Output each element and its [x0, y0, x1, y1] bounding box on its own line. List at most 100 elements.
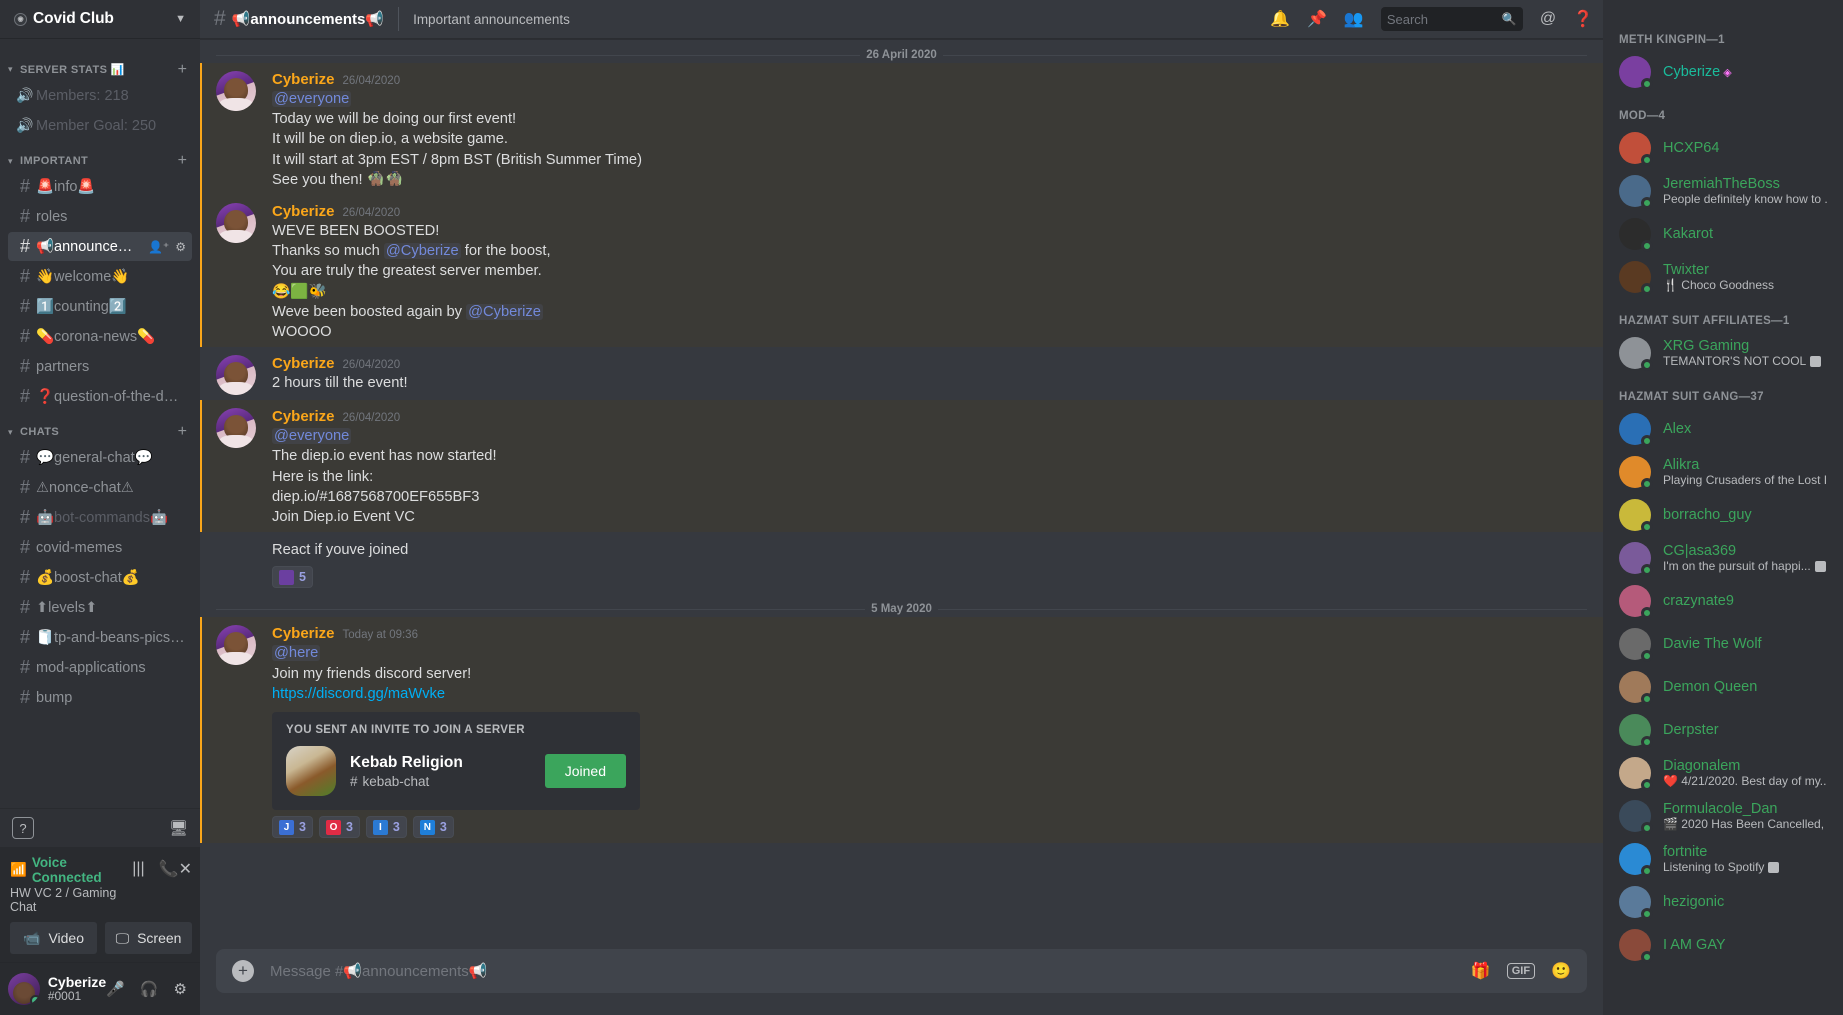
message-link[interactable]: https://discord.gg/maWvke — [272, 686, 445, 702]
avatar[interactable] — [216, 203, 256, 244]
add-channel-icon[interactable]: + — [178, 424, 192, 440]
gift-icon[interactable]: 🎁 — [1471, 961, 1491, 981]
message[interactable]: Cyberize 26/04/2020 @everyone The diep.io e… — [200, 400, 1603, 533]
reaction-button[interactable]: O3 — [318, 816, 360, 839]
member-alex[interactable]: Alex — [1611, 408, 1835, 450]
mention-tag[interactable]: @everyone — [272, 428, 352, 445]
avatar[interactable] — [216, 408, 256, 449]
joined-button[interactable]: Joined — [544, 754, 626, 789]
server-header[interactable]: ◉ Covid Club ▼ — [0, 0, 200, 39]
member-borracho-guy[interactable]: borracho_guy — [1611, 494, 1835, 536]
pin-icon[interactable]: 📌 — [1307, 9, 1327, 29]
message[interactable]: Cyberize Today at 09:36 @here Join my frien… — [200, 617, 1603, 844]
sidebar-channel-covid-memes[interactable]: # covid-memes — [8, 533, 192, 562]
avatar[interactable] — [216, 355, 256, 396]
message-author[interactable]: Cyberize — [272, 203, 335, 220]
message[interactable]: Cyberize 26/04/2020 @everyone Today we will… — [200, 63, 1603, 196]
sidebar-channel--info-[interactable]: # 🚨info🚨 — [8, 172, 192, 201]
gif-button[interactable]: GIF — [1506, 963, 1536, 979]
member-derpster[interactable]: Derpster — [1611, 709, 1835, 751]
message[interactable]: React if youve joined 5 — [200, 532, 1603, 593]
video-button[interactable]: 📹 Video — [10, 922, 97, 954]
message-author[interactable]: Cyberize — [272, 625, 335, 642]
ping-icon[interactable]: ||| — [132, 860, 144, 878]
disconnect-call-icon[interactable]: 📞✕ — [159, 859, 192, 879]
member-fortnite[interactable]: fortnite Listening to Spotify — [1611, 838, 1835, 880]
member-xrg-gaming[interactable]: XRG Gaming TEMANTOR'S NOT COOL — [1611, 332, 1835, 374]
member-demon-queen[interactable]: Demon Queen — [1611, 666, 1835, 708]
avatar[interactable] — [8, 973, 40, 1005]
member-cyberize[interactable]: Cyberize ◈ — [1611, 51, 1835, 93]
sidebar-channel--question-of-the-day-[interactable]: # ❓question-of-the-day❓ — [8, 382, 192, 411]
sidebar-channel-members-218[interactable]: 🔊 Members: 218 — [8, 81, 192, 110]
mention-tag[interactable]: @everyone — [272, 91, 352, 107]
sidebar-channel--bot-commands-[interactable]: # 🤖bot-commands🤖 — [8, 503, 192, 532]
member-crazynate9[interactable]: crazynate9 — [1611, 580, 1835, 622]
sidebar-channel--welcome-[interactable]: # 👋welcome👋 — [8, 262, 192, 291]
sidebar-channel--announcements-[interactable]: # 📢announcements... 👤⁺ ⚙ — [8, 232, 192, 261]
category-header-2[interactable]: ▾ CHATS + — [0, 412, 200, 442]
member-davie-the-wolf[interactable]: Davie The Wolf — [1611, 623, 1835, 665]
reaction-button[interactable]: J3 — [272, 816, 313, 839]
avatar[interactable] — [216, 71, 256, 111]
reaction-button[interactable]: N3 — [412, 816, 454, 839]
mention-tag[interactable]: @Cyberize — [466, 303, 543, 320]
member-cg-asa369[interactable]: CG|asa369 I'm on the pursuit of happi... — [1611, 537, 1835, 579]
member-jeremiahtheboss[interactable]: JeremiahTheBoss People definitely know ho… — [1611, 170, 1835, 212]
message-list[interactable]: 26 April 2020 Cyberize 26/04/2020 @everyone… — [200, 39, 1603, 949]
sidebar-channel--tp-and-beans-pics-[interactable]: # 🧻tp-and-beans-pics🧻 — [8, 623, 192, 652]
headphones-icon[interactable]: 🎧 — [140, 980, 159, 998]
sidebar-channel-1-counting2-[interactable]: #1️⃣counting2️⃣ — [8, 292, 192, 321]
reaction-button[interactable]: I3 — [365, 816, 407, 839]
sidebar-channel-bump[interactable]: # bump — [8, 683, 192, 712]
member-kakarot[interactable]: Kakarot — [1611, 213, 1835, 255]
reaction-button[interactable]: 5 — [272, 566, 313, 589]
gear-icon[interactable]: ⚙ — [174, 980, 187, 998]
members-icon[interactable]: 👥 — [1344, 9, 1364, 29]
message[interactable]: Cyberize 26/04/2020 2 hours till the event… — [200, 347, 1603, 400]
member-diagonalem[interactable]: Diagonalem ❤️ 4/21/2020. Best day of my..… — [1611, 752, 1835, 794]
emoji-icon[interactable]: 🙂 — [1551, 961, 1571, 981]
member-twixter[interactable]: Twixter 🍴 Choco Goodness — [1611, 256, 1835, 298]
message[interactable]: Cyberize 26/04/2020 WEVE BEEN BOOSTED! Than… — [200, 195, 1603, 348]
message-author[interactable]: Cyberize — [272, 71, 335, 88]
sidebar-channel--nonce-chat-[interactable]: # ⚠nonce-chat⚠ — [8, 473, 192, 502]
member-hcxp64[interactable]: HCXP64 — [1611, 127, 1835, 169]
category-header-1[interactable]: ▾ IMPORTANT + — [0, 141, 200, 171]
help-button[interactable]: ? — [12, 817, 34, 839]
member-formulacole-dan[interactable]: Formulacole_Dan 🎬 2020 Has Been Cancelled… — [1611, 795, 1835, 837]
message-author[interactable]: Cyberize — [272, 408, 335, 425]
sidebar-channel-roles[interactable]: # roles — [8, 202, 192, 231]
inbox-icon[interactable]: @ — [1540, 10, 1556, 28]
avatar[interactable] — [216, 625, 256, 666]
sidebar-channel--corona-news-[interactable]: # 💊corona-news💊 — [8, 322, 192, 351]
mention-tag[interactable]: @Cyberize — [383, 243, 461, 260]
category-header-0[interactable]: ▾ SERVER STATS 📊 + — [0, 49, 200, 80]
member-i-am-gay[interactable]: I AM GAY — [1611, 924, 1835, 966]
add-channel-icon[interactable]: + — [178, 153, 192, 169]
member-hezigonic[interactable]: hezigonic — [1611, 881, 1835, 923]
mention-tag[interactable]: @here — [272, 645, 321, 662]
sidebar-channel-mod-applications[interactable]: # mod-applications — [8, 653, 192, 682]
channel-list[interactable]: ▾ SERVER STATS 📊 + 🔊 Members: 218 🔊 Member Goa… — [0, 39, 200, 808]
screen-button[interactable]: 🖵 Screen — [105, 922, 192, 954]
message-composer[interactable]: + Message #📢announcements📢 🎁 GIF 🙂 — [216, 949, 1587, 993]
help-icon[interactable]: ❓ — [1573, 9, 1593, 29]
search-input[interactable]: Search 🔍 — [1380, 7, 1523, 31]
sidebar-channel-member-goal-250[interactable]: 🔊 Member Goal: 250 — [8, 111, 192, 140]
member-alikra[interactable]: Alikra Playing Crusaders of the Lost I... — [1611, 451, 1835, 493]
gear-icon[interactable]: ⚙ — [175, 240, 186, 254]
monitor-icon[interactable]: 🖥 — [169, 819, 188, 837]
sidebar-channel-partners[interactable]: # partners — [8, 352, 192, 381]
plus-circle-icon[interactable]: + — [232, 960, 254, 982]
add-channel-icon[interactable]: + — [178, 61, 192, 77]
sidebar-channel--levels-[interactable]: # ⬆levels⬆ — [8, 593, 192, 622]
chevron-down-icon[interactable]: ▼ — [175, 13, 186, 25]
sidebar-channel--general-chat-[interactable]: # 💬general-chat💬 — [8, 443, 192, 472]
message-author[interactable]: Cyberize — [272, 355, 335, 372]
add-member-icon[interactable]: 👤⁺ — [148, 240, 169, 254]
microphone-icon[interactable]: 🎤 — [106, 980, 125, 998]
sidebar-channel--boost-chat-[interactable]: # 💰boost-chat💰 — [8, 563, 192, 592]
member-list[interactable]: METH KINGPIN—1 Cyberize ◈ MOD—4 HCXP64 Jerem… — [1603, 0, 1843, 1015]
bell-icon[interactable]: 🔔 — [1270, 9, 1290, 29]
